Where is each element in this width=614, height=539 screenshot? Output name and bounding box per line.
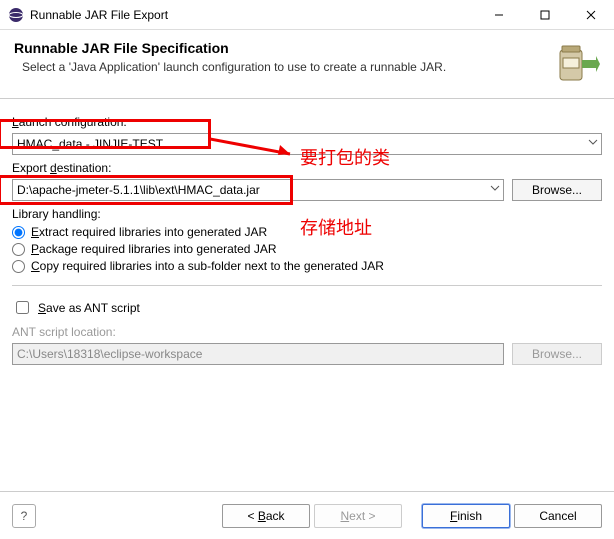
export-dest-field[interactable] [12, 179, 504, 201]
close-button[interactable] [568, 0, 614, 30]
maximize-button[interactable] [522, 0, 568, 30]
radio-copy-label: Copy required libraries into a sub-folde… [31, 259, 384, 273]
finish-button[interactable]: Finish [422, 504, 510, 528]
cancel-button[interactable]: Cancel [514, 504, 602, 528]
wizard-header: Runnable JAR File Specification Select a… [0, 30, 614, 98]
minimize-button[interactable] [476, 0, 522, 30]
eclipse-icon [8, 7, 24, 23]
page-title: Runnable JAR File Specification [14, 40, 552, 56]
back-button[interactable]: < Back [222, 504, 310, 528]
launch-config-dropdown[interactable] [12, 133, 602, 155]
library-handling-label: Library handling: [12, 207, 602, 221]
radio-extract[interactable] [12, 226, 25, 239]
ant-location-field [12, 343, 504, 365]
export-dest-label: Export destination: [12, 161, 602, 175]
radio-package-label: Package required libraries into generate… [31, 242, 276, 256]
radio-package[interactable] [12, 243, 25, 256]
divider [12, 285, 602, 286]
browse-ant-button: Browse... [512, 343, 602, 365]
save-ant-checkbox[interactable] [16, 301, 29, 314]
page-subtitle: Select a 'Java Application' launch confi… [22, 60, 552, 74]
jar-export-icon [552, 40, 600, 88]
titlebar: Runnable JAR File Export [0, 0, 614, 30]
next-button: Next > [314, 504, 402, 528]
window-title: Runnable JAR File Export [30, 8, 476, 22]
launch-config-label: Launch configuration: [12, 115, 602, 129]
wizard-footer: ? < Back Next > Finish Cancel [0, 491, 614, 539]
help-button[interactable]: ? [12, 504, 36, 528]
content-area: Launch configuration: Export destination… [0, 98, 614, 375]
ant-location-label: ANT script location: [12, 325, 602, 339]
radio-copy[interactable] [12, 260, 25, 273]
radio-extract-label: Extract required libraries into generate… [31, 225, 267, 239]
save-ant-label: Save as ANT script [38, 301, 140, 315]
browse-export-button[interactable]: Browse... [512, 179, 602, 201]
